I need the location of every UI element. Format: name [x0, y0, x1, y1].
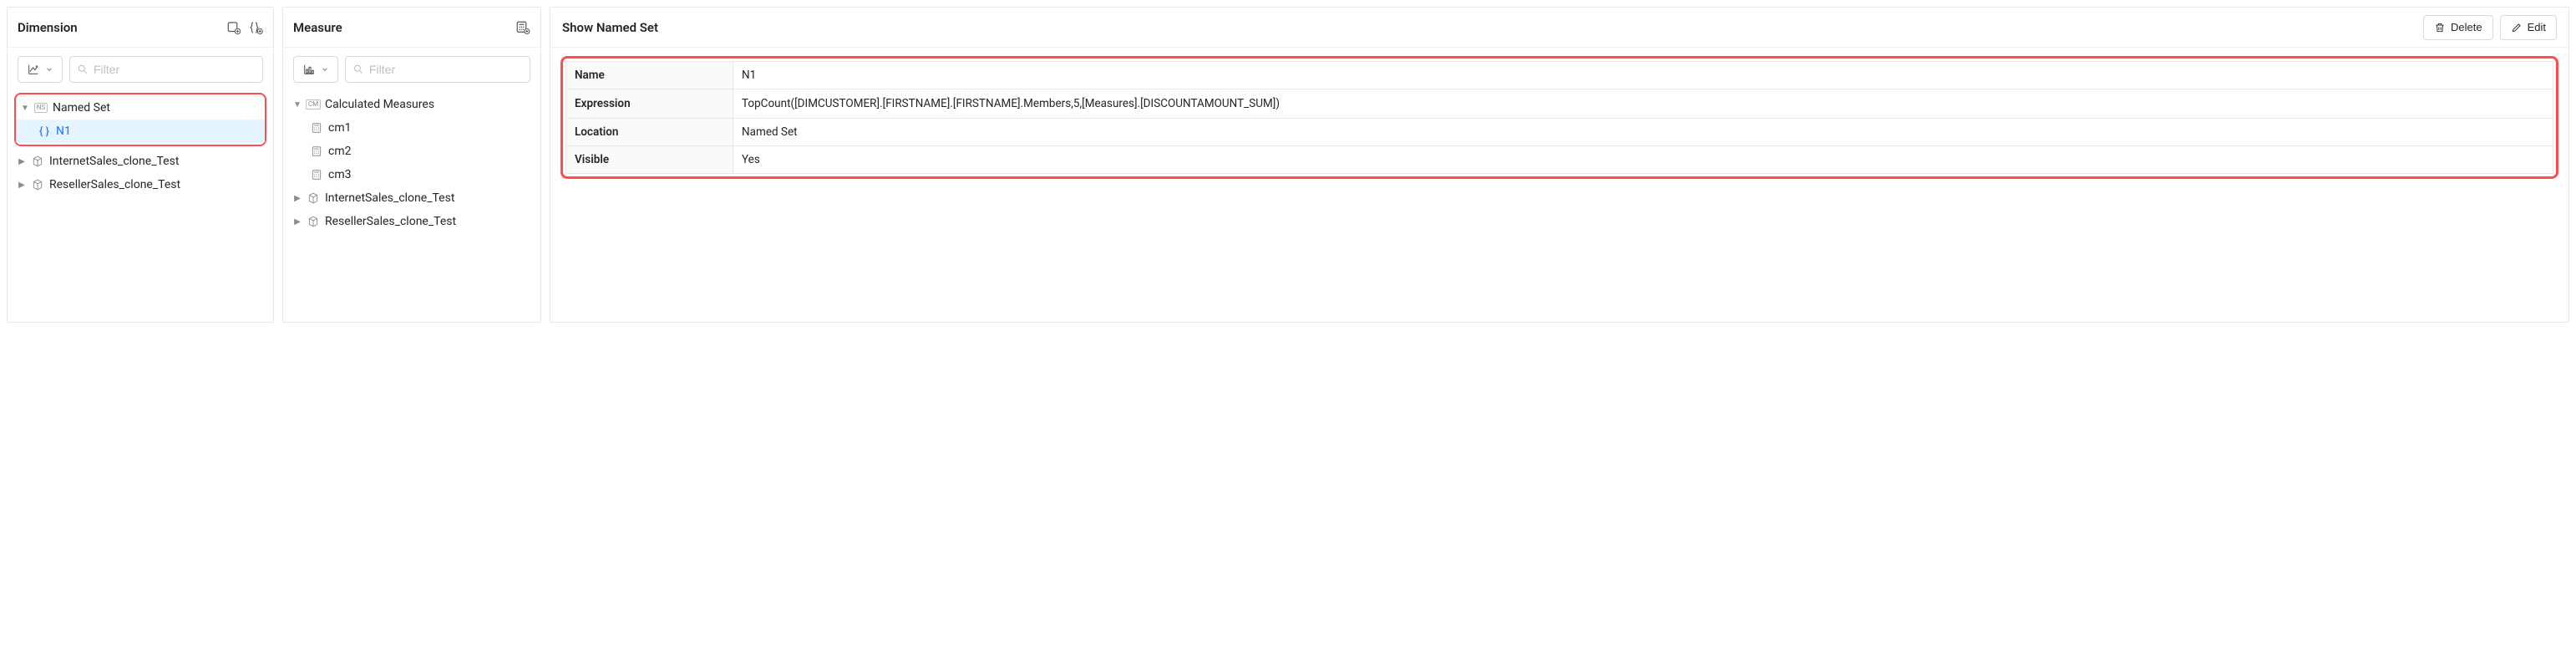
- edit-button[interactable]: Edit: [2500, 15, 2557, 40]
- tree-label: cm2: [328, 145, 351, 158]
- dimension-tree: ▼ NS Named Set { } N1 ▶ InternetSales_cl…: [8, 88, 273, 205]
- caret-right-icon[interactable]: ▶: [18, 157, 26, 166]
- cube-icon: [31, 178, 44, 191]
- calculator-icon: [310, 168, 323, 181]
- delete-button-label: Delete: [2451, 21, 2482, 33]
- tree-node-cube[interactable]: ▶ InternetSales_clone_Test: [287, 186, 537, 210]
- dimension-add-table-icon[interactable]: [226, 20, 241, 35]
- cube-icon: [31, 155, 44, 168]
- chevron-down-icon: [321, 65, 329, 74]
- tree-label: InternetSales_clone_Test: [325, 191, 454, 205]
- measure-add-calc-icon[interactable]: [515, 20, 530, 35]
- tree-label: N1: [56, 125, 71, 138]
- tree-label: InternetSales_clone_Test: [49, 155, 179, 168]
- tree-label: ResellerSales_clone_Test: [325, 215, 456, 228]
- caret-down-icon[interactable]: ▼: [293, 100, 302, 110]
- calculator-icon: [310, 121, 323, 135]
- measure-filter-input[interactable]: [369, 63, 523, 76]
- tree-node-cm[interactable]: cm1: [287, 116, 537, 140]
- cube-icon: [307, 191, 320, 205]
- detail-row-location: Location Named Set: [566, 119, 2553, 146]
- detail-value: N1: [733, 62, 2553, 89]
- dimension-filter-wrap[interactable]: [69, 56, 263, 83]
- measure-tree: ▼ CM Calculated Measures cm1 cm2: [283, 88, 540, 242]
- detail-title: Show Named Set: [562, 20, 658, 35]
- measure-view-selector[interactable]: [293, 56, 338, 83]
- detail-key: Name: [566, 62, 733, 89]
- tree-node-cube[interactable]: ▶ ResellerSales_clone_Test: [287, 210, 537, 233]
- tree-node-cm[interactable]: cm3: [287, 163, 537, 186]
- detail-key: Visible: [566, 146, 733, 174]
- caret-right-icon[interactable]: ▶: [18, 181, 26, 190]
- search-icon: [77, 64, 89, 75]
- dimension-title: Dimension: [18, 20, 78, 35]
- detail-panel: Show Named Set Delete Edit Name N1: [550, 7, 2569, 323]
- edit-button-label: Edit: [2528, 21, 2546, 33]
- pencil-icon: [2511, 22, 2523, 33]
- detail-panel-header: Show Named Set Delete Edit: [550, 8, 2568, 48]
- dimension-panel: Dimension ▼: [7, 7, 274, 323]
- detail-row-expression: Expression TopCount([DIMCUSTOMER].[FIRST…: [566, 89, 2553, 119]
- tree-node-cube[interactable]: ▶ InternetSales_clone_Test: [11, 150, 270, 173]
- delete-button[interactable]: Delete: [2423, 15, 2493, 40]
- tree-label: cm1: [328, 121, 351, 135]
- tree-node-cm[interactable]: cm2: [287, 140, 537, 163]
- namedset-badge-icon: NS: [34, 101, 48, 115]
- calculator-icon: [310, 145, 323, 158]
- tree-node-cube[interactable]: ▶ ResellerSales_clone_Test: [11, 173, 270, 196]
- tree-node-calc-measures[interactable]: ▼ CM Calculated Measures: [287, 93, 537, 116]
- cube-icon: [307, 215, 320, 228]
- dimension-view-selector[interactable]: [18, 56, 63, 83]
- detail-table: Name N1 Expression TopCount([DIMCUSTOMER…: [565, 61, 2553, 174]
- dimension-toolbar: [8, 48, 273, 88]
- caret-right-icon[interactable]: ▶: [293, 194, 302, 203]
- trash-icon: [2434, 22, 2446, 33]
- line-chart-icon: [27, 63, 40, 76]
- dimension-namedset-highlight: ▼ NS Named Set { } N1: [14, 93, 266, 146]
- tree-node-named-set[interactable]: ▼ NS Named Set: [16, 96, 265, 120]
- detail-highlight: Name N1 Expression TopCount([DIMCUSTOMER…: [560, 56, 2558, 179]
- cm-badge-icon: CM: [307, 98, 320, 111]
- detail-key: Expression: [566, 89, 733, 119]
- tree-label: Calculated Measures: [325, 98, 434, 111]
- measure-panel: Measure ▼ CM Calculated Measures: [282, 7, 541, 323]
- search-icon: [352, 64, 364, 75]
- measure-panel-header: Measure: [283, 8, 540, 48]
- measure-title: Measure: [293, 20, 342, 35]
- detail-value: Named Set: [733, 119, 2553, 146]
- dimension-filter-input[interactable]: [94, 63, 256, 76]
- caret-down-icon[interactable]: ▼: [21, 104, 29, 113]
- tree-label: ResellerSales_clone_Test: [49, 178, 180, 191]
- measure-toolbar: [283, 48, 540, 88]
- measure-filter-wrap[interactable]: [345, 56, 530, 83]
- bar-chart-icon: [302, 63, 316, 76]
- detail-row-visible: Visible Yes: [566, 146, 2553, 174]
- detail-row-name: Name N1: [566, 62, 2553, 89]
- tree-node-n1[interactable]: { } N1: [16, 120, 265, 143]
- detail-value: TopCount([DIMCUSTOMER].[FIRSTNAME].[FIRS…: [733, 89, 2553, 119]
- dimension-panel-header: Dimension: [8, 8, 273, 48]
- caret-right-icon[interactable]: ▶: [293, 217, 302, 227]
- tree-label: Named Set: [53, 101, 110, 115]
- tree-label: cm3: [328, 168, 351, 181]
- chevron-down-icon: [45, 65, 53, 74]
- detail-key: Location: [566, 119, 733, 146]
- detail-value: Yes: [733, 146, 2553, 174]
- dimension-add-namedset-icon[interactable]: [248, 20, 263, 35]
- braces-icon: { }: [38, 125, 51, 138]
